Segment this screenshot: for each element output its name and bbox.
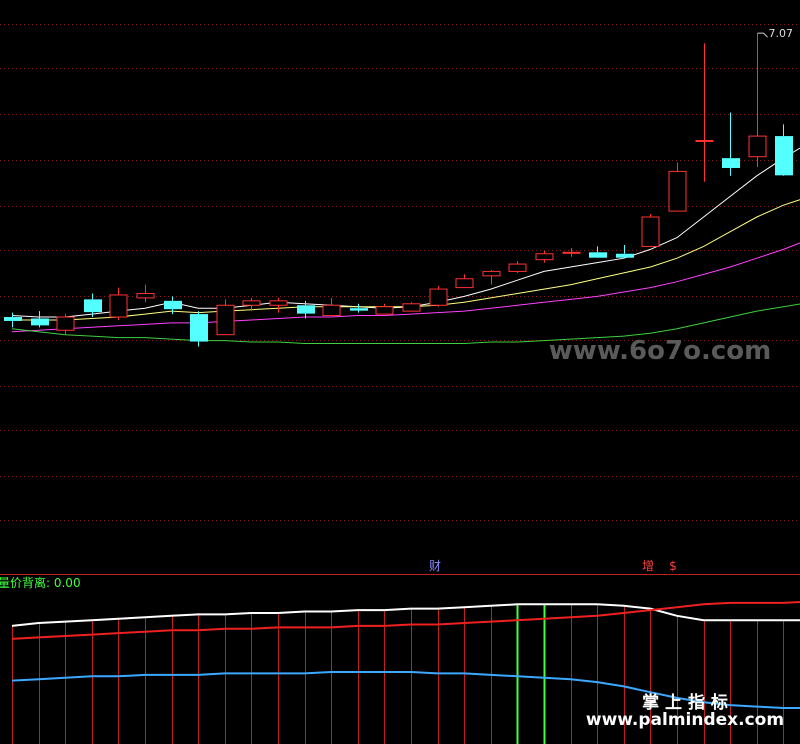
candle: [109, 287, 128, 320]
candle: [722, 112, 740, 176]
candle-body-up: [748, 135, 767, 158]
candle-body-down: [616, 253, 634, 258]
candle: [429, 286, 448, 307]
ma-line-ma20: [11, 242, 800, 333]
stock-chart: 财 增 $ 量价背离: 0.00 www.6o7o.com 掌 上 指 标 ww…: [0, 24, 800, 744]
indicator-title: 量价背离: 0.00: [0, 575, 81, 590]
candle: [269, 297, 288, 313]
indicator-lines: [11, 600, 800, 709]
ma-line-ma5: [11, 147, 800, 318]
candle-body-down: [31, 318, 49, 326]
candle: [482, 269, 501, 285]
candle-body-up: [535, 253, 554, 261]
candle-body-up: [641, 216, 660, 247]
candle-body-up: [455, 278, 474, 289]
candle: [31, 311, 49, 328]
candle: [375, 303, 394, 315]
candle-body-up: [242, 300, 261, 306]
candle: [350, 303, 368, 313]
candle: [56, 314, 75, 335]
candle-body-up: [269, 300, 288, 306]
candle-body-down: [84, 299, 102, 313]
candle: [641, 214, 660, 247]
candle: [136, 284, 155, 303]
marker-cai: 财: [429, 559, 441, 573]
candle-body-up: [402, 303, 421, 312]
price-grid: [0, 24, 800, 521]
candle-body-up: [216, 304, 235, 336]
candle-body-up: [695, 140, 714, 143]
candle-body-down: [350, 308, 368, 311]
marker-zeng: 增: [642, 559, 654, 573]
candle-body-down: [4, 317, 22, 321]
candle-body-up: [375, 306, 394, 315]
indicator-line-red: [11, 600, 800, 640]
candle-body-up: [562, 251, 581, 254]
candle: [322, 297, 341, 317]
watermark-main: www.6o7o.com: [549, 336, 771, 366]
candle: [216, 299, 235, 336]
candle-body-up: [136, 292, 155, 299]
candle: [748, 33, 767, 167]
candle: [455, 274, 474, 289]
peak-annotation: 7.07: [757, 27, 794, 40]
candle: [616, 244, 634, 258]
candle: [402, 302, 421, 312]
candle-body-down: [775, 136, 793, 176]
candle-body-up: [668, 170, 687, 212]
candle: [535, 250, 554, 263]
candle: [190, 311, 208, 347]
candle-body-down: [722, 158, 740, 168]
candle-body-down: [297, 305, 315, 314]
candle-body-up: [508, 263, 527, 272]
candle-body-down: [190, 314, 208, 342]
candle-body-up: [482, 270, 501, 277]
ma-line-ma10: [12, 199, 800, 321]
candle: [508, 261, 527, 273]
peak-label: 7.07: [769, 27, 794, 40]
candle-body-up: [429, 288, 448, 306]
candle-body-down: [589, 252, 607, 258]
candle-body-up: [109, 294, 128, 318]
candle: [589, 246, 607, 258]
candle: [695, 43, 714, 182]
candle: [668, 162, 687, 212]
candle-body-up: [56, 316, 75, 331]
candle: [4, 312, 22, 328]
candle-body-down: [164, 300, 182, 310]
candles: [4, 33, 793, 347]
peak-arrow-icon: [757, 32, 768, 38]
candle-body-up: [322, 304, 341, 317]
watermark-url: www.palmindex.com: [586, 710, 784, 730]
candle: [775, 124, 793, 176]
marker-dollar: $: [669, 559, 677, 573]
candle: [562, 247, 581, 257]
